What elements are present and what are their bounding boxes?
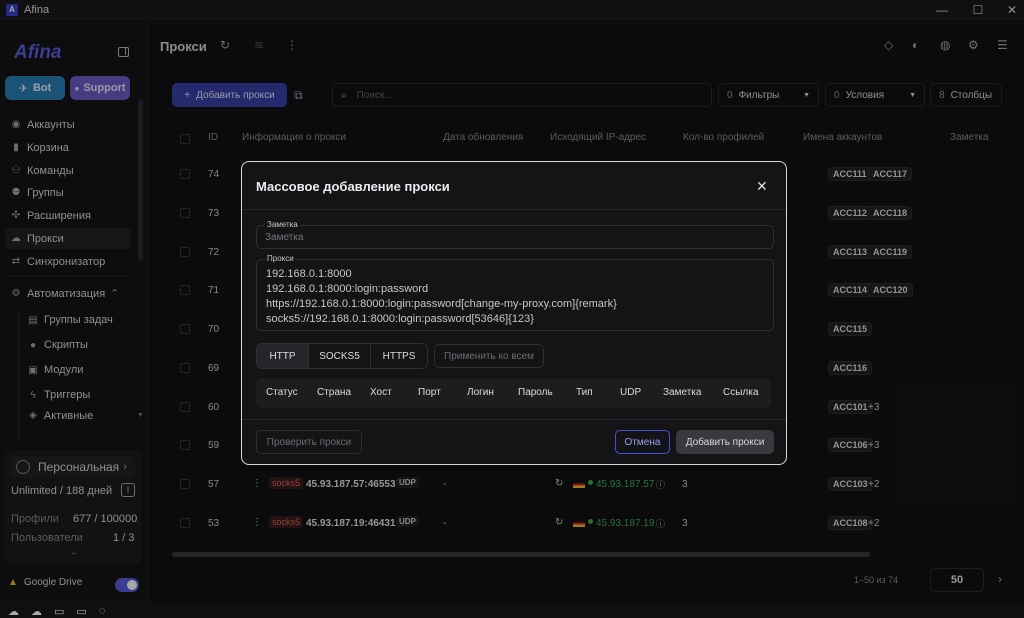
column-header: Пароль [518,387,553,398]
tab-http[interactable]: HTTP [257,344,309,368]
folder-download-icon[interactable]: ▭ [76,605,86,618]
note-field[interactable]: Заметка Заметка [256,220,774,249]
column-header: Статус [266,387,298,398]
column-header: Ссылка [723,387,759,398]
check-proxies-button[interactable]: Проверить прокси [256,430,362,454]
submit-add-proxies-button[interactable]: Добавить прокси [676,430,774,454]
note-label: Заметка [265,220,300,229]
cloud-download-icon[interactable]: ☁ [31,605,42,618]
column-header: Заметка [663,387,702,398]
proxy-line: 192.168.0.1:8000:login:password [266,283,429,295]
column-header: Хост [370,387,392,398]
bottom-toolbar: ☁ ☁ ▭ ▭ ◌ [8,605,105,618]
divider [242,209,786,210]
proxy-line: 192.168.0.1:8000 [266,268,352,280]
column-header: UDP [620,387,642,398]
bulk-add-proxy-modal: Массовое добавление прокси ✕ Заметка Зам… [241,161,787,465]
parsed-columns-header: Статус Страна Хост Порт Логин Пароль Тип… [256,378,771,408]
proxies-label: Прокси [265,254,296,263]
tab-socks5[interactable]: SOCKS5 [309,344,371,368]
eye-off-icon[interactable]: ◌ [99,605,106,618]
apply-all-button[interactable]: Применить ко всем [434,344,544,368]
cancel-button[interactable]: Отмена [615,430,670,454]
proxy-line: socks5://192.168.0.1:8000:login:password… [266,313,534,325]
folder-upload-icon[interactable]: ▭ [54,605,64,618]
proxy-line: https://192.168.0.1:8000:login:password[… [266,298,617,310]
divider [242,419,786,420]
column-header: Тип [576,387,593,398]
column-header: Порт [418,387,441,398]
modal-title: Массовое добавление прокси [256,179,450,194]
column-header: Страна [317,387,352,398]
proxies-textarea[interactable]: Прокси 192.168.0.1:8000 192.168.0.1:8000… [256,254,774,331]
tab-https[interactable]: HTTPS [371,344,427,368]
column-header: Логин [467,387,494,398]
close-icon[interactable]: ✕ [756,178,768,195]
cloud-upload-icon[interactable]: ☁ [8,605,19,618]
note-placeholder: Заметка [265,232,304,243]
protocol-tabs: HTTP SOCKS5 HTTPS [256,343,428,369]
